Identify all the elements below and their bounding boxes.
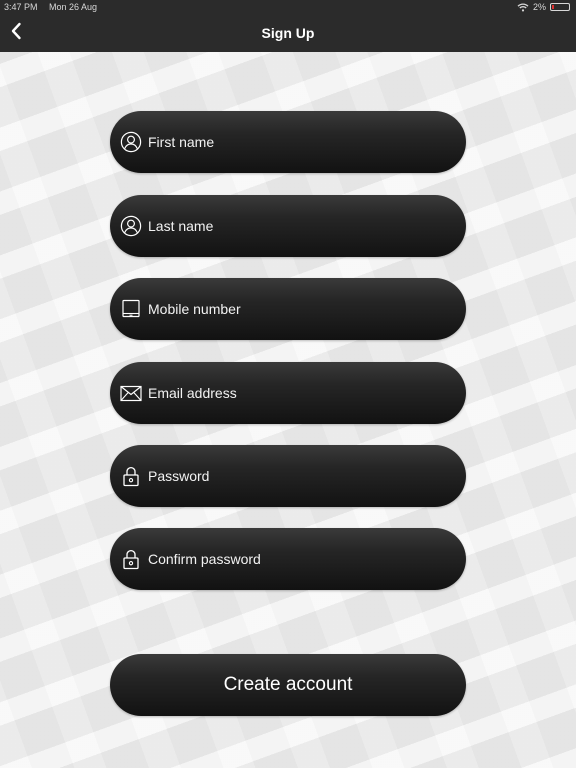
create-account-button[interactable]: Create account [110, 654, 466, 716]
battery-percent: 2% [532, 2, 546, 12]
password-field[interactable] [110, 445, 466, 507]
status-indicators: 2% [517, 0, 570, 14]
mobile-number-field[interactable] [110, 278, 466, 340]
navigation-bar: Sign Up [0, 14, 576, 52]
first-name-field[interactable] [110, 111, 466, 173]
page-title: Sign Up [261, 25, 315, 41]
email-address-input[interactable] [148, 378, 446, 408]
last-name-field[interactable] [110, 195, 466, 257]
first-name-input[interactable] [148, 127, 446, 157]
user-icon [120, 131, 142, 153]
last-name-input[interactable] [148, 211, 446, 241]
wifi-icon [517, 2, 529, 12]
confirm-password-field[interactable] [110, 528, 466, 590]
password-input[interactable] [148, 461, 446, 491]
mobile-number-input[interactable] [148, 294, 446, 324]
envelope-icon [120, 382, 142, 404]
battery-icon [550, 3, 570, 11]
confirm-password-input[interactable] [148, 544, 446, 574]
lock-icon [120, 465, 142, 487]
status-date: Mon 26 Aug [49, 2, 98, 12]
tablet-icon [120, 298, 142, 320]
status-bar: 3:47 PM Mon 26 Aug 2% [0, 0, 576, 14]
lock-icon [120, 548, 142, 570]
status-time: 3:47 PM [4, 2, 38, 12]
user-icon [120, 215, 142, 237]
email-address-field[interactable] [110, 362, 466, 424]
